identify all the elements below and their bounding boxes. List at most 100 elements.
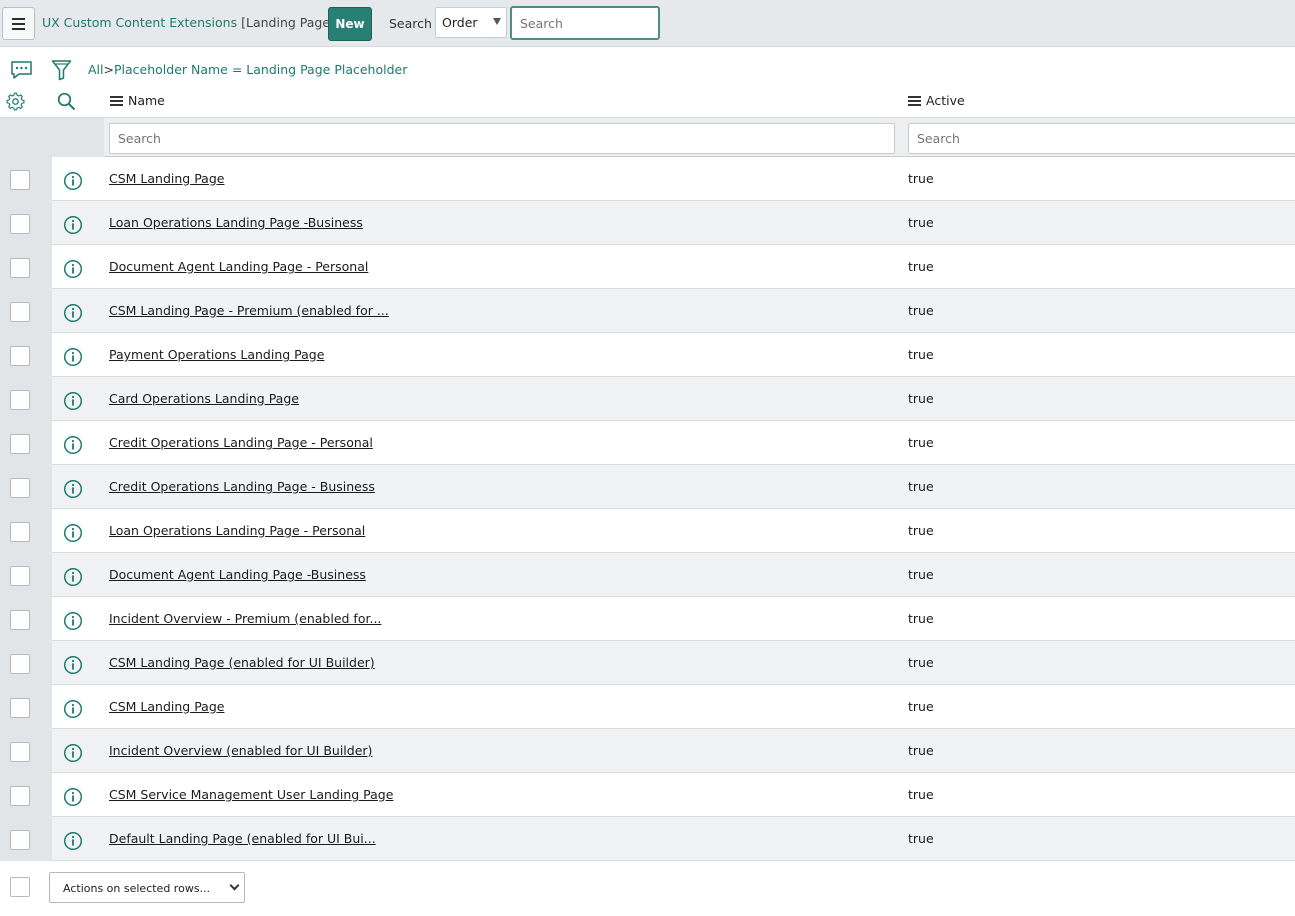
record-name-link[interactable]: CSM Landing Page (enabled for UI Builder… bbox=[109, 655, 375, 670]
row-checkbox[interactable] bbox=[10, 742, 30, 762]
record-name-link[interactable]: CSM Landing Page bbox=[109, 171, 224, 186]
info-icon[interactable] bbox=[63, 215, 83, 238]
info-icon[interactable] bbox=[63, 743, 83, 766]
row-checkbox[interactable] bbox=[10, 522, 30, 542]
active-value: true bbox=[908, 435, 934, 450]
row-checkbox-cell bbox=[0, 201, 52, 245]
new-button[interactable]: New bbox=[328, 7, 372, 41]
info-icon[interactable] bbox=[63, 567, 83, 590]
record-name-link[interactable]: Credit Operations Landing Page - Persona… bbox=[109, 435, 373, 450]
breadcrumb-filter[interactable]: Placeholder Name = Landing Page Placehol… bbox=[114, 62, 407, 77]
table-row: CSM Landing Page - Premium (enabled for … bbox=[0, 289, 1295, 333]
active-value: true bbox=[908, 171, 934, 186]
row-checkbox[interactable] bbox=[10, 390, 30, 410]
active-value: true bbox=[908, 215, 934, 230]
row-checkbox-cell bbox=[0, 377, 52, 421]
page-title[interactable]: UX Custom Content Extensions [Landing Pa… bbox=[42, 15, 368, 30]
filter-funnel-icon[interactable] bbox=[51, 59, 72, 81]
info-icon[interactable] bbox=[63, 435, 83, 458]
record-name-link[interactable]: CSM Service Management User Landing Page bbox=[109, 787, 393, 802]
row-checkbox[interactable] bbox=[10, 258, 30, 278]
record-name-link[interactable]: Loan Operations Landing Page - Personal bbox=[109, 523, 365, 538]
row-checkbox[interactable] bbox=[10, 302, 30, 322]
table-row: Default Landing Page (enabled for UI Bui… bbox=[0, 817, 1295, 861]
row-checkbox[interactable] bbox=[10, 654, 30, 674]
table-row: Document Agent Landing Page - Personal tr… bbox=[0, 245, 1295, 289]
row-checkbox[interactable] bbox=[10, 170, 30, 190]
record-name-link[interactable]: Loan Operations Landing Page -Business bbox=[109, 215, 363, 230]
list-title[interactable]: UX Custom Content Extensions bbox=[42, 15, 237, 30]
row-checkbox[interactable] bbox=[10, 830, 30, 850]
active-value: true bbox=[908, 391, 934, 406]
row-checkbox[interactable] bbox=[10, 786, 30, 806]
info-icon[interactable] bbox=[63, 787, 83, 810]
record-name-link[interactable]: Default Landing Page (enabled for UI Bui… bbox=[109, 831, 376, 846]
search-input[interactable] bbox=[510, 6, 660, 40]
table-row: CSM Landing Page true bbox=[0, 685, 1295, 729]
record-name-link[interactable]: Incident Overview - Premium (enabled for… bbox=[109, 611, 381, 626]
info-icon[interactable] bbox=[63, 699, 83, 722]
info-icon[interactable] bbox=[63, 831, 83, 854]
active-value: true bbox=[908, 655, 934, 670]
info-icon[interactable] bbox=[63, 171, 83, 194]
active-value: true bbox=[908, 787, 934, 802]
select-all-checkbox[interactable] bbox=[10, 877, 30, 897]
table-row: CSM Service Management User Landing Page… bbox=[0, 773, 1295, 817]
active-value: true bbox=[908, 523, 934, 538]
info-icon[interactable] bbox=[63, 523, 83, 546]
row-checkbox[interactable] bbox=[10, 566, 30, 586]
chat-bubble-icon[interactable] bbox=[10, 60, 33, 80]
row-checkbox-cell bbox=[0, 333, 52, 377]
record-name-link[interactable]: Incident Overview (enabled for UI Builde… bbox=[109, 743, 372, 758]
actions-select-label: Actions on selected rows... bbox=[63, 882, 211, 895]
info-icon[interactable] bbox=[63, 259, 83, 282]
info-icon[interactable] bbox=[63, 391, 83, 414]
info-icon[interactable] bbox=[63, 303, 83, 326]
top-header: UX Custom Content Extensions [Landing Pa… bbox=[0, 0, 1295, 47]
column-header-name-label[interactable]: Name bbox=[128, 93, 165, 108]
row-checkbox[interactable] bbox=[10, 434, 30, 454]
row-checkbox[interactable] bbox=[10, 478, 30, 498]
active-value: true bbox=[908, 743, 934, 758]
name-column-search[interactable] bbox=[109, 123, 895, 154]
row-checkbox[interactable] bbox=[10, 346, 30, 366]
info-icon[interactable] bbox=[63, 479, 83, 502]
table-row: CSM Landing Page (enabled for UI Builder… bbox=[0, 641, 1295, 685]
row-checkbox[interactable] bbox=[10, 610, 30, 630]
record-name-link[interactable]: Credit Operations Landing Page - Busines… bbox=[109, 479, 375, 494]
info-icon[interactable] bbox=[63, 611, 83, 634]
column-menu-icon[interactable] bbox=[110, 95, 123, 106]
record-name-link[interactable]: Card Operations Landing Page bbox=[109, 391, 299, 406]
actions-select[interactable]: Actions on selected rows... bbox=[49, 872, 245, 903]
column-header-name[interactable]: Name bbox=[110, 93, 165, 108]
table-row: Incident Overview (enabled for UI Builde… bbox=[0, 729, 1295, 773]
info-icon[interactable] bbox=[63, 347, 83, 370]
column-header-active[interactable]: Active bbox=[908, 93, 965, 108]
info-icon[interactable] bbox=[63, 655, 83, 678]
record-name-link[interactable]: Payment Operations Landing Page bbox=[109, 347, 324, 362]
active-value: true bbox=[908, 303, 934, 318]
row-checkbox[interactable] bbox=[10, 698, 30, 718]
hamburger-icon bbox=[12, 17, 25, 20]
table-row: Credit Operations Landing Page - Busines… bbox=[0, 465, 1295, 509]
record-name-link[interactable]: CSM Landing Page - Premium (enabled for … bbox=[109, 303, 389, 318]
row-checkbox-cell bbox=[0, 773, 52, 817]
search-field-select[interactable]: Order bbox=[435, 7, 507, 38]
column-header-active-label[interactable]: Active bbox=[926, 93, 965, 108]
chevron-down-icon bbox=[229, 880, 240, 891]
search-icon[interactable] bbox=[57, 92, 76, 111]
column-menu-icon[interactable] bbox=[908, 95, 921, 106]
record-name-link[interactable]: Document Agent Landing Page -Business bbox=[109, 567, 366, 582]
row-checkbox[interactable] bbox=[10, 214, 30, 234]
table-row: CSM Landing Page true bbox=[0, 157, 1295, 201]
record-name-link[interactable]: Document Agent Landing Page - Personal bbox=[109, 259, 368, 274]
record-name-link[interactable]: CSM Landing Page bbox=[109, 699, 224, 714]
active-column-search[interactable] bbox=[908, 123, 1295, 154]
table-row: Incident Overview - Premium (enabled for… bbox=[0, 597, 1295, 641]
row-checkbox-cell bbox=[0, 421, 52, 465]
row-checkbox-cell bbox=[0, 729, 52, 773]
active-value: true bbox=[908, 611, 934, 626]
list-menu-button[interactable] bbox=[2, 7, 35, 40]
breadcrumb-all[interactable]: All bbox=[88, 62, 104, 77]
gear-icon[interactable] bbox=[6, 92, 25, 111]
